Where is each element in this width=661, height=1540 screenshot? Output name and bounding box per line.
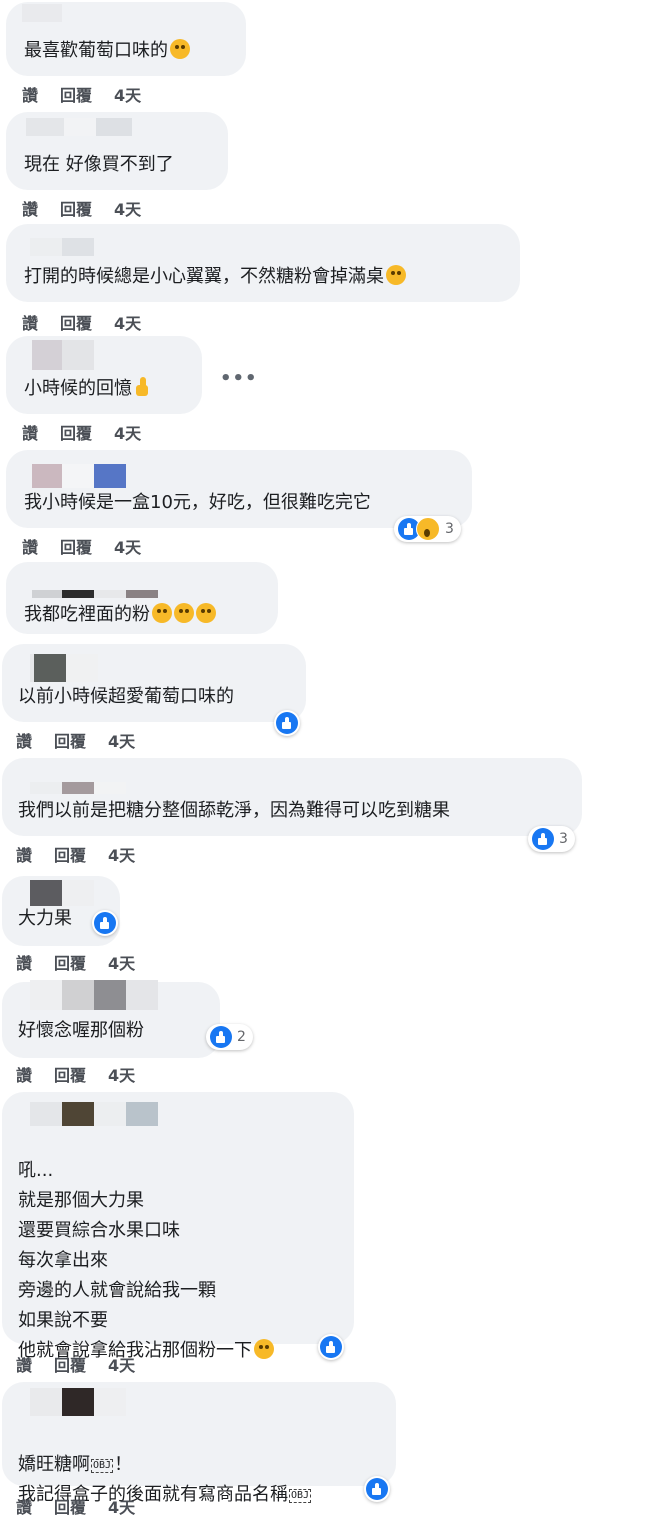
reaction-count: 2 [237,1029,246,1045]
commenter-name-redacted [32,340,94,370]
grin-sweat-emoji [170,39,190,59]
like-icon [320,1336,342,1358]
comment-text: 我小時候是一盒10元，好吃，但很難吃完它 [24,492,371,513]
commenter-name-redacted [30,880,94,906]
comment-actions: 讚 回覆 4天 [16,1352,135,1376]
reply-action[interactable]: 回覆 [60,420,92,444]
comment-actions: 讚 回覆 4天 [16,1494,135,1518]
like-icon [94,912,116,934]
like-action[interactable]: 讚 [22,534,38,558]
reaction-summary[interactable] [92,910,118,936]
squint-tongue-emoji [386,265,406,285]
reply-action[interactable]: 回覆 [54,1494,86,1518]
rofl-emoji [152,603,172,623]
like-action[interactable]: 讚 [22,310,38,334]
reaction-count: 3 [559,831,568,847]
comment-actions: 讚 回覆 4天 [22,420,141,444]
comment-text: 小時候的回憶 [24,374,152,404]
comment-actions: 讚 回覆 4天 [22,310,141,334]
like-action[interactable]: 讚 [22,420,38,444]
comment-text: 現在 好像買不到了 [24,154,174,175]
comment-text: 打開的時候總是小心翼翼，不然糖粉會掉滿桌 [24,262,406,292]
comment-text: 我們以前是把糖分整個舔乾淨，因為難得可以吃到糖果 [18,800,450,821]
reply-action[interactable]: 回覆 [54,1062,86,1086]
like-action[interactable]: 讚 [16,1494,32,1518]
like-icon [366,1478,388,1500]
commenter-name-redacted [30,1388,126,1416]
rofl-emoji [254,1339,274,1359]
like-action[interactable]: 讚 [16,1062,32,1086]
rofl-emoji [196,603,216,623]
like-action[interactable]: 讚 [16,1352,32,1376]
commenter-name-redacted [30,238,94,256]
like-action[interactable]: 讚 [22,82,38,106]
wow-icon [416,517,440,541]
comment-text: 大力果 [18,908,72,929]
comment-text: 好懷念喔那個粉 [18,1020,144,1041]
commenter-name-redacted [30,980,158,1010]
reaction-summary[interactable] [318,1334,344,1360]
reply-action[interactable]: 回覆 [54,842,86,866]
like-action[interactable]: 讚 [16,728,32,752]
like-icon [276,712,298,734]
like-action[interactable]: 讚 [22,196,38,220]
reply-action[interactable]: 回覆 [54,728,86,752]
reaction-summary[interactable]: 3 [528,826,575,852]
commenter-name-redacted [26,118,132,136]
comment-actions: 讚 回覆 4天 [22,534,141,558]
timestamp[interactable]: 4天 [108,728,135,752]
like-action[interactable]: 讚 [16,842,32,866]
reply-action[interactable]: 回覆 [54,950,86,974]
comment-actions: 讚 回覆 4天 [22,82,141,106]
timestamp[interactable]: 4天 [114,82,141,106]
like-icon [210,1026,232,1048]
reply-action[interactable]: 回覆 [60,82,92,106]
comment-actions: 讚 回覆 4天 [16,728,135,752]
comment-actions: 讚 回覆 4天 [16,1062,135,1086]
commenter-name-redacted [22,4,62,22]
commenter-name-redacted [32,590,158,598]
timestamp[interactable]: 4天 [108,842,135,866]
reaction-summary[interactable] [274,710,300,736]
rofl-emoji [174,603,194,623]
timestamp[interactable]: 4天 [114,420,141,444]
reply-action[interactable]: 回覆 [60,196,92,220]
comment-text: 以前小時候超愛葡萄口味的 [18,686,234,707]
reply-action[interactable]: 回覆 [54,1352,86,1376]
reaction-count: 3 [445,521,454,537]
timestamp[interactable]: 4天 [114,534,141,558]
obj-placeholder-glyph: OBJ [91,1459,114,1473]
like-icon [532,828,554,850]
comment-text: 我都吃裡面的粉 [24,600,216,630]
comment-actions: 讚 回覆 4天 [16,950,135,974]
commenter-name-redacted [30,782,126,794]
timestamp[interactable]: 4天 [114,310,141,334]
commenter-name-redacted [32,464,126,488]
timestamp[interactable]: 4天 [108,1494,135,1518]
reply-action[interactable]: 回覆 [60,534,92,558]
obj-placeholder-glyph: OBJ [289,1489,312,1503]
reaction-summary[interactable]: 3 [394,516,461,542]
thumbs-up-emoji [134,377,152,397]
reaction-summary[interactable] [364,1476,390,1502]
comment-text: 嬌旺糖啊 OBJ！我記得盒子的後面就有寫商品名稱 OBJ [18,1454,312,1505]
reaction-summary[interactable]: 2 [206,1024,253,1050]
like-action[interactable]: 讚 [16,950,32,974]
timestamp[interactable]: 4天 [108,950,135,974]
comment-actions: 讚 回覆 4天 [16,842,135,866]
timestamp[interactable]: 4天 [114,196,141,220]
commenter-name-redacted [30,1102,158,1126]
comment-actions: 讚 回覆 4天 [22,196,141,220]
timestamp[interactable]: 4天 [108,1062,135,1086]
timestamp[interactable]: 4天 [108,1352,135,1376]
commenter-name-redacted [30,654,98,682]
reply-action[interactable]: 回覆 [60,310,92,334]
more-options-icon[interactable]: ••• [220,368,258,389]
comment-text: 最喜歡葡萄口味的 [24,36,190,66]
